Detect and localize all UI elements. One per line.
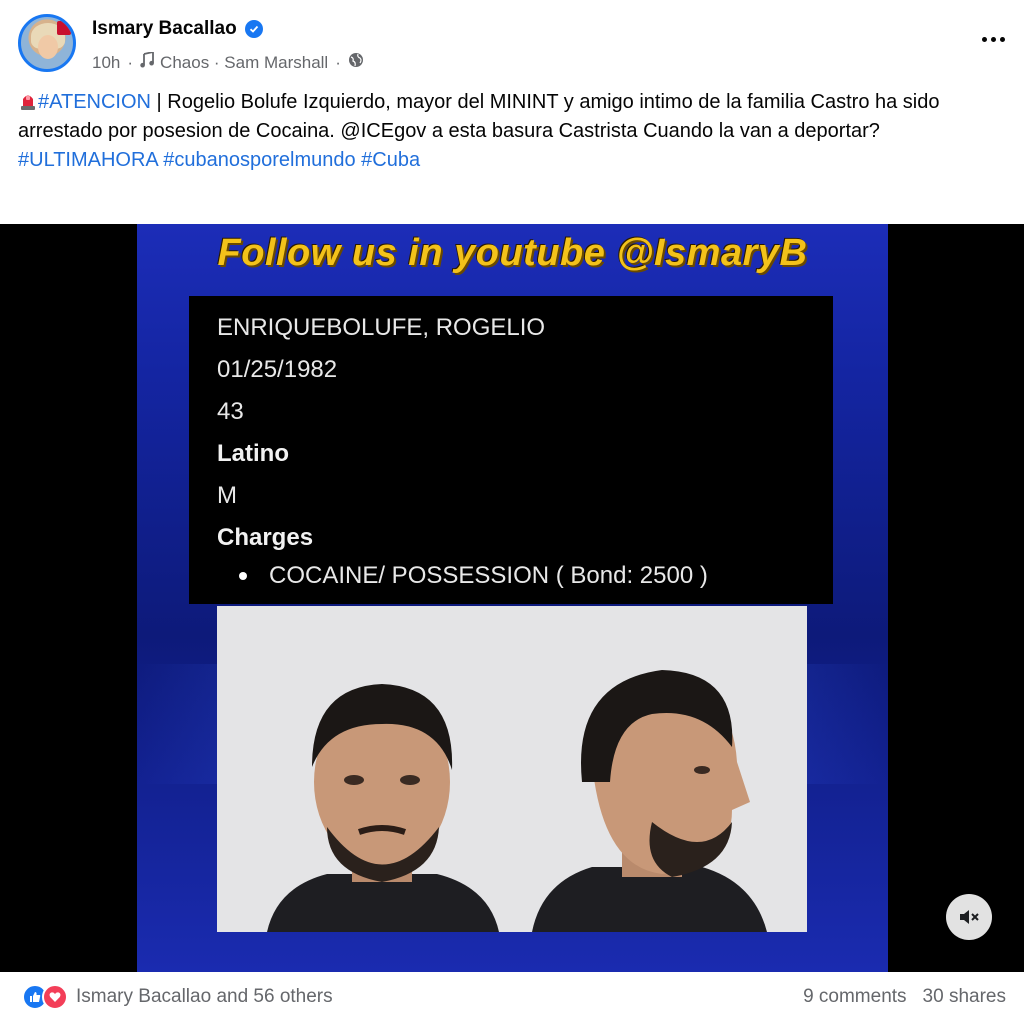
video-frame: Follow us in youtube @IsmaryB ENRIQUEBOL… bbox=[137, 224, 888, 972]
mugshot-photos bbox=[217, 606, 807, 932]
video-banner: Follow us in youtube @IsmaryB bbox=[217, 232, 808, 274]
hashtag-ultimahora[interactable]: #ULTIMAHORA bbox=[18, 149, 158, 171]
music-note-icon bbox=[140, 50, 154, 73]
record-name: ENRIQUEBOLUFE, ROGELIO bbox=[217, 314, 546, 341]
post-header: Ismary Bacallao 10h · Chaos · Sam Marsha… bbox=[18, 14, 1008, 80]
mention-icegov[interactable]: @ICEgov bbox=[340, 120, 426, 142]
record-age: 43 bbox=[217, 398, 244, 425]
record-race: Latino bbox=[217, 440, 289, 467]
post-text: #ATENCION | Rogelio Bolufe Izquierdo, ma… bbox=[18, 88, 998, 175]
record-charge-text: COCAINE/ POSSESSION ( Bond: 2500 ) bbox=[269, 562, 708, 589]
verified-badge-icon bbox=[244, 20, 263, 38]
mugshot-front-image bbox=[267, 684, 499, 932]
avatar[interactable] bbox=[18, 14, 76, 72]
love-reaction-icon bbox=[42, 984, 68, 1010]
author-row: Ismary Bacallao bbox=[92, 18, 263, 40]
music-track[interactable]: Chaos · Sam Marshall bbox=[160, 53, 328, 73]
shares-count[interactable]: 30 shares bbox=[923, 986, 1006, 1008]
record-charge-item: COCAINE/ POSSESSION ( Bond: 2500 ) bbox=[239, 562, 708, 590]
record-charges-label: Charges bbox=[217, 524, 314, 551]
hashtag-atencion[interactable]: #ATENCION bbox=[38, 91, 151, 113]
post-meta: 10h · Chaos · Sam Marshall · bbox=[92, 50, 364, 73]
post-body-2: a esta basura Castrista Cuando la van a … bbox=[426, 120, 880, 142]
mute-button[interactable] bbox=[946, 894, 992, 940]
record-sex: M bbox=[217, 482, 237, 509]
reactions-text[interactable]: Ismary Bacallao and 56 others bbox=[76, 986, 333, 1008]
facebook-post: Ismary Bacallao 10h · Chaos · Sam Marsha… bbox=[0, 0, 1024, 1010]
video-player[interactable]: Follow us in youtube @IsmaryB ENRIQUEBOL… bbox=[0, 224, 1024, 972]
hashtag-cuba[interactable]: #Cuba bbox=[361, 149, 420, 171]
mugshot-profile-image bbox=[532, 670, 767, 932]
more-options-button[interactable] bbox=[978, 28, 1008, 50]
siren-emoji-icon bbox=[18, 91, 38, 111]
arrest-record: ENRIQUEBOLUFE, ROGELIO 01/25/1982 43 Lat… bbox=[189, 296, 833, 604]
hashtag-cubanosporelmundo[interactable]: #cubanosporelmundo bbox=[163, 149, 355, 171]
author-name[interactable]: Ismary Bacallao bbox=[92, 18, 237, 40]
record-dob: 01/25/1982 bbox=[217, 356, 338, 383]
post-time[interactable]: 10h bbox=[92, 53, 120, 73]
post-footer: Ismary Bacallao and 56 others 9 comments… bbox=[0, 982, 1024, 1010]
globe-icon[interactable] bbox=[348, 52, 364, 73]
reactions-summary[interactable]: Ismary Bacallao and 56 others bbox=[22, 984, 333, 1010]
engagement-counts: 9 comments 30 shares bbox=[803, 986, 1006, 1008]
speaker-muted-icon bbox=[960, 910, 979, 924]
comments-count[interactable]: 9 comments bbox=[803, 986, 906, 1008]
